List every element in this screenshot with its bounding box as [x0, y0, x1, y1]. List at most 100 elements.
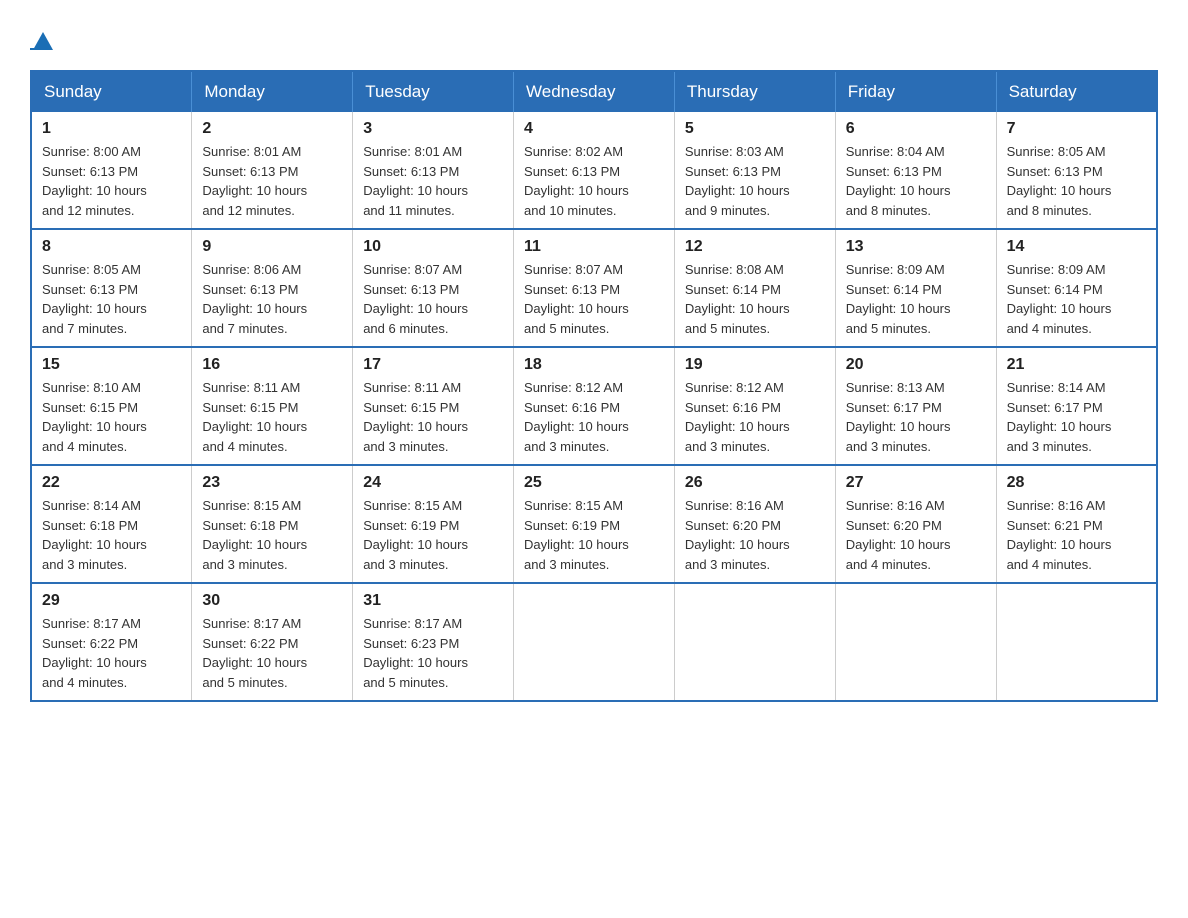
calendar-cell [514, 583, 675, 701]
day-info: Sunrise: 8:11 AMSunset: 6:15 PMDaylight:… [202, 378, 342, 456]
day-number: 26 [685, 474, 825, 492]
calendar-cell: 26 Sunrise: 8:16 AMSunset: 6:20 PMDayligh… [674, 465, 835, 583]
calendar-cell: 4Sunrise: 8:02 AMSunset: 6:13 PMDaylight… [514, 112, 675, 229]
day-number: 9 [202, 238, 342, 256]
day-info: Sunrise: 8:16 AMSunset: 6:20 PMDaylight:… [846, 496, 986, 574]
calendar-cell: 3 Sunrise: 8:01 AMSunset: 6:13 PMDaylight… [353, 112, 514, 229]
calendar-cell: 29 Sunrise: 8:17 AMSunset: 6:22 PMDayligh… [31, 583, 192, 701]
day-number: 8 [42, 238, 181, 256]
day-of-week-header: Saturday [996, 71, 1157, 112]
day-of-week-header: Thursday [674, 71, 835, 112]
logo-blue-text [30, 48, 38, 50]
day-info: Sunrise: 8:05 AMSunset: 6:13 PMDaylight:… [42, 260, 181, 338]
day-info: Sunrise: 8:07 AMSunset: 6:13 PMDaylight:… [363, 260, 503, 338]
day-info: Sunrise: 8:14 AMSunset: 6:18 PMDaylight:… [42, 496, 181, 574]
calendar-cell: 11 Sunrise: 8:07 AMSunset: 6:13 PMDayligh… [514, 229, 675, 347]
day-info: Sunrise: 8:01 AMSunset: 6:13 PMDaylight:… [202, 142, 342, 220]
calendar-cell: 15Sunrise: 8:10 AMSunset: 6:15 PMDayligh… [31, 347, 192, 465]
calendar-cell: 24 Sunrise: 8:15 AMSunset: 6:19 PMDayligh… [353, 465, 514, 583]
calendar-cell: 17 Sunrise: 8:11 AMSunset: 6:15 PMDayligh… [353, 347, 514, 465]
day-number: 5 [685, 120, 825, 138]
calendar-cell [996, 583, 1157, 701]
day-info: Sunrise: 8:06 AMSunset: 6:13 PMDaylight:… [202, 260, 342, 338]
day-number: 6 [846, 120, 986, 138]
day-info: Sunrise: 8:15 AMSunset: 6:19 PMDaylight:… [363, 496, 503, 574]
day-info: Sunrise: 8:16 AMSunset: 6:20 PMDaylight:… [685, 496, 825, 574]
day-number: 18 [524, 356, 664, 374]
day-number: 20 [846, 356, 986, 374]
day-number: 31 [363, 592, 503, 610]
day-number: 7 [1007, 120, 1146, 138]
calendar-cell: 25 Sunrise: 8:15 AMSunset: 6:19 PMDayligh… [514, 465, 675, 583]
day-of-week-header: Wednesday [514, 71, 675, 112]
calendar-cell: 2 Sunrise: 8:01 AMSunset: 6:13 PMDaylight… [192, 112, 353, 229]
calendar-week-row: 15Sunrise: 8:10 AMSunset: 6:15 PMDayligh… [31, 347, 1157, 465]
calendar-cell [674, 583, 835, 701]
day-number: 30 [202, 592, 342, 610]
day-of-week-header: Sunday [31, 71, 192, 112]
calendar-cell: 6 Sunrise: 8:04 AMSunset: 6:13 PMDaylight… [835, 112, 996, 229]
day-info: Sunrise: 8:10 AMSunset: 6:15 PMDaylight:… [42, 378, 181, 456]
day-info: Sunrise: 8:07 AMSunset: 6:13 PMDaylight:… [524, 260, 664, 338]
day-number: 10 [363, 238, 503, 256]
day-info: Sunrise: 8:00 AMSunset: 6:13 PMDaylight:… [42, 142, 181, 220]
calendar-cell: 22Sunrise: 8:14 AMSunset: 6:18 PMDayligh… [31, 465, 192, 583]
day-number: 19 [685, 356, 825, 374]
calendar-cell: 27Sunrise: 8:16 AMSunset: 6:20 PMDayligh… [835, 465, 996, 583]
day-info: Sunrise: 8:17 AMSunset: 6:23 PMDaylight:… [363, 614, 503, 692]
day-info: Sunrise: 8:03 AMSunset: 6:13 PMDaylight:… [685, 142, 825, 220]
day-info: Sunrise: 8:08 AMSunset: 6:14 PMDaylight:… [685, 260, 825, 338]
calendar-cell: 20 Sunrise: 8:13 AMSunset: 6:17 PMDayligh… [835, 347, 996, 465]
calendar-cell: 12Sunrise: 8:08 AMSunset: 6:14 PMDayligh… [674, 229, 835, 347]
day-info: Sunrise: 8:09 AMSunset: 6:14 PMDaylight:… [1007, 260, 1146, 338]
calendar-header-row: SundayMondayTuesdayWednesdayThursdayFrid… [31, 71, 1157, 112]
day-number: 24 [363, 474, 503, 492]
calendar-cell: 14Sunrise: 8:09 AMSunset: 6:14 PMDayligh… [996, 229, 1157, 347]
day-info: Sunrise: 8:13 AMSunset: 6:17 PMDaylight:… [846, 378, 986, 456]
day-of-week-header: Tuesday [353, 71, 514, 112]
day-info: Sunrise: 8:09 AMSunset: 6:14 PMDaylight:… [846, 260, 986, 338]
day-info: Sunrise: 8:12 AMSunset: 6:16 PMDaylight:… [685, 378, 825, 456]
day-number: 4 [524, 120, 664, 138]
calendar-cell: 18Sunrise: 8:12 AMSunset: 6:16 PMDayligh… [514, 347, 675, 465]
day-info: Sunrise: 8:11 AMSunset: 6:15 PMDaylight:… [363, 378, 503, 456]
day-number: 23 [202, 474, 342, 492]
calendar-cell: 7 Sunrise: 8:05 AMSunset: 6:13 PMDaylight… [996, 112, 1157, 229]
day-of-week-header: Monday [192, 71, 353, 112]
calendar-week-row: 29 Sunrise: 8:17 AMSunset: 6:22 PMDayligh… [31, 583, 1157, 701]
day-number: 21 [1007, 356, 1146, 374]
calendar-cell: 8 Sunrise: 8:05 AMSunset: 6:13 PMDaylight… [31, 229, 192, 347]
calendar-cell [835, 583, 996, 701]
day-number: 17 [363, 356, 503, 374]
day-number: 29 [42, 592, 181, 610]
calendar-cell: 28 Sunrise: 8:16 AMSunset: 6:21 PMDayligh… [996, 465, 1157, 583]
calendar-cell: 5 Sunrise: 8:03 AMSunset: 6:13 PMDaylight… [674, 112, 835, 229]
calendar-cell: 1Sunrise: 8:00 AMSunset: 6:13 PMDaylight… [31, 112, 192, 229]
day-info: Sunrise: 8:14 AMSunset: 6:17 PMDaylight:… [1007, 378, 1146, 456]
calendar-cell: 21 Sunrise: 8:14 AMSunset: 6:17 PMDayligh… [996, 347, 1157, 465]
calendar-cell: 10 Sunrise: 8:07 AMSunset: 6:13 PMDayligh… [353, 229, 514, 347]
calendar-cell: 31 Sunrise: 8:17 AMSunset: 6:23 PMDayligh… [353, 583, 514, 701]
calendar-cell: 30 Sunrise: 8:17 AMSunset: 6:22 PMDayligh… [192, 583, 353, 701]
day-info: Sunrise: 8:01 AMSunset: 6:13 PMDaylight:… [363, 142, 503, 220]
day-info: Sunrise: 8:17 AMSunset: 6:22 PMDaylight:… [42, 614, 181, 692]
day-info: Sunrise: 8:04 AMSunset: 6:13 PMDaylight:… [846, 142, 986, 220]
day-of-week-header: Friday [835, 71, 996, 112]
day-info: Sunrise: 8:16 AMSunset: 6:21 PMDaylight:… [1007, 496, 1146, 574]
day-number: 16 [202, 356, 342, 374]
page-header [30, 30, 1158, 50]
day-number: 2 [202, 120, 342, 138]
day-info: Sunrise: 8:15 AMSunset: 6:19 PMDaylight:… [524, 496, 664, 574]
day-number: 25 [524, 474, 664, 492]
day-number: 13 [846, 238, 986, 256]
calendar-cell: 23 Sunrise: 8:15 AMSunset: 6:18 PMDayligh… [192, 465, 353, 583]
day-number: 28 [1007, 474, 1146, 492]
day-number: 11 [524, 238, 664, 256]
day-number: 3 [363, 120, 503, 138]
calendar-cell: 16 Sunrise: 8:11 AMSunset: 6:15 PMDayligh… [192, 347, 353, 465]
calendar-table: SundayMondayTuesdayWednesdayThursdayFrid… [30, 70, 1158, 702]
day-info: Sunrise: 8:05 AMSunset: 6:13 PMDaylight:… [1007, 142, 1146, 220]
day-info: Sunrise: 8:15 AMSunset: 6:18 PMDaylight:… [202, 496, 342, 574]
calendar-week-row: 1Sunrise: 8:00 AMSunset: 6:13 PMDaylight… [31, 112, 1157, 229]
day-info: Sunrise: 8:17 AMSunset: 6:22 PMDaylight:… [202, 614, 342, 692]
